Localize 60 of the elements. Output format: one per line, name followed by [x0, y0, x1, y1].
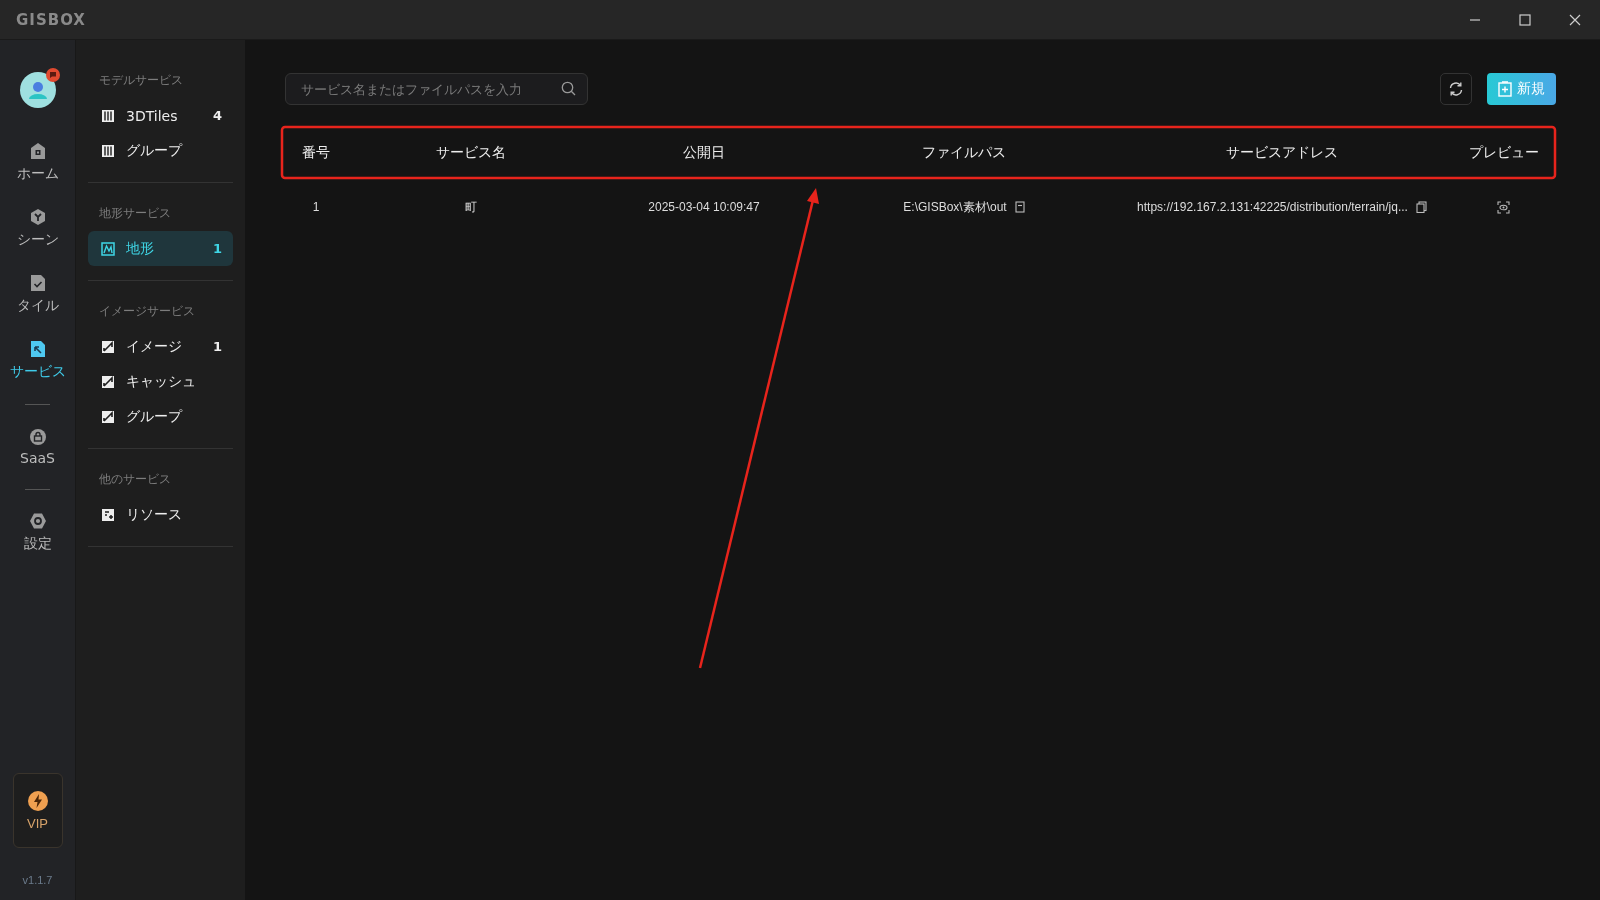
- table-cell: E:\GISBox\素材\out: [903, 198, 1007, 216]
- sidebar-item[interactable]: キャッシュ: [88, 364, 233, 399]
- barcode-icon: [101, 143, 115, 158]
- column-header: サービス名: [435, 144, 507, 162]
- column-header: 公開日: [682, 144, 726, 162]
- sidebar-item[interactable]: グループ: [88, 133, 233, 168]
- copy-icon: [1014, 201, 1025, 213]
- image-icon: [101, 374, 115, 389]
- section-heading: 他のサービス: [98, 471, 172, 488]
- copy-button[interactable]: [1415, 201, 1427, 213]
- refresh-icon: [1448, 81, 1464, 97]
- document-icon: [101, 507, 115, 522]
- gear-icon: [28, 512, 47, 530]
- column-header: プレビュー: [1467, 144, 1540, 162]
- home-icon: [28, 142, 47, 160]
- version-label: v1.1.7: [22, 874, 53, 886]
- rail-nav-item[interactable]: 設定: [2, 504, 73, 561]
- avatar-icon: [19, 72, 56, 108]
- document-arrow-icon: [28, 340, 47, 358]
- search-field[interactable]: サービス名またはファイルパスを入力: [285, 73, 588, 105]
- table-cell: https://192.167.2.131:42225/distribution/terrain/jq...: [1137, 200, 1408, 214]
- rail-nav-item[interactable]: シーン: [2, 200, 73, 257]
- copy-button[interactable]: [1014, 201, 1025, 213]
- sidebar-item[interactable]: グループ: [88, 399, 233, 434]
- table-cell: 2025-03-04 10:09:47: [648, 200, 760, 214]
- lock-icon: [28, 427, 47, 445]
- app-logo: GISBOX: [16, 10, 86, 29]
- rail-nav-item[interactable]: SaaS: [2, 419, 73, 474]
- rail-nav-item[interactable]: タイル: [2, 266, 73, 323]
- column-header: 番号: [301, 144, 331, 162]
- table-cell: 1: [312, 200, 320, 214]
- sidebar-item[interactable]: イメージ 1: [88, 329, 233, 364]
- cube-icon: [28, 208, 47, 226]
- barcode-icon: [101, 108, 115, 123]
- table-cell: 町: [465, 198, 477, 216]
- column-header: ファイルパス: [921, 144, 1007, 162]
- rail-nav-item[interactable]: サービス: [2, 332, 73, 389]
- maximize-icon: [1519, 13, 1531, 26]
- copy-icon: [1415, 201, 1427, 213]
- sidebar-item[interactable]: 地形 1: [88, 231, 233, 266]
- section-heading: 地形サービス: [98, 205, 172, 222]
- section-heading: イメージサービス: [98, 303, 196, 320]
- close-icon: [1569, 13, 1581, 26]
- column-header: サービスアドレス: [1225, 144, 1339, 162]
- notification-badge-icon: [45, 68, 60, 82]
- search-icon: [561, 81, 576, 96]
- rail-nav-item[interactable]: ホーム: [2, 134, 73, 191]
- terrain-icon: [101, 241, 115, 256]
- image-icon: [101, 409, 115, 424]
- refresh-button[interactable]: [1440, 73, 1472, 105]
- eye-scan-icon: [1497, 200, 1510, 214]
- document-plus-icon: [1498, 81, 1512, 97]
- preview-button[interactable]: [1497, 200, 1510, 214]
- sidebar-item[interactable]: リソース: [88, 497, 233, 532]
- image-icon: [101, 339, 115, 354]
- document-check-icon: [28, 274, 47, 292]
- sidebar-item[interactable]: 3DTiles 4: [88, 98, 233, 133]
- section-heading: モデルサービス: [98, 72, 184, 89]
- vip-button[interactable]: VIP: [12, 773, 63, 848]
- lightning-icon: [27, 790, 48, 811]
